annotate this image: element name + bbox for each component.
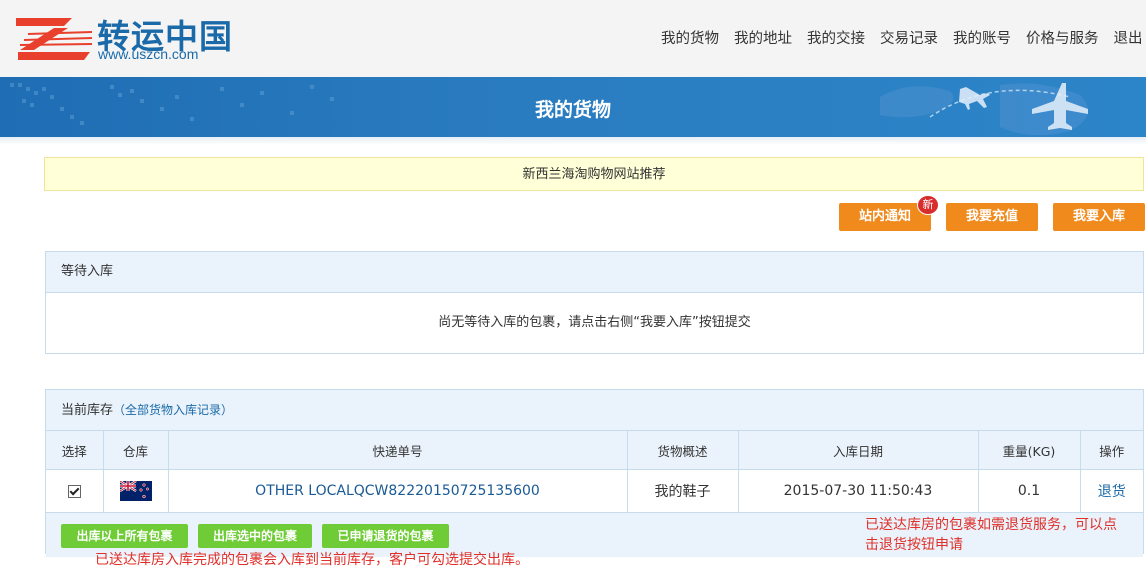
nav-my-address[interactable]: 我的地址 [727,27,800,48]
returns-button[interactable]: 已申请退货的包裹 [322,524,449,548]
recharge-button[interactable]: 我要充值 [946,203,1038,231]
col-action: 操作 [1080,431,1143,470]
new-badge: 新 [917,195,939,215]
paren-open: （ [113,403,126,417]
action-cell: 退货 [1080,469,1143,513]
inventory-header: 当前库存（全部货物入库记录） [46,390,1143,431]
site-header: 转运中国 www.uszcn.com 我的货物 我的地址 我的交接 交易记录 我… [0,0,1146,78]
return-link[interactable]: 退货 [1098,484,1126,500]
tracking-cell: OTHER LOCALQCW82220150725135600 [168,469,628,513]
date-cell: 2015-07-30 11:50:43 [738,469,979,513]
promo-bar[interactable]: 新西兰海淘购物网站推荐 [44,157,1144,191]
nav-my-account[interactable]: 我的账号 [946,27,1019,48]
ship-all-button[interactable]: 出库以上所有包裹 [61,524,188,548]
select-cell [46,469,104,513]
inventory-title: 当前库存 [61,403,114,418]
promo-text[interactable]: 新西兰海淘购物网站推荐 [522,167,665,182]
nav-my-goods[interactable]: 我的货物 [654,27,727,48]
logo-url: www.uszcn.com [98,46,199,62]
table-header-row: 选择 仓库 快递单号 货物概述 入库日期 重量(KG) 操作 [46,431,1143,470]
nav-transactions[interactable]: 交易记录 [873,27,946,48]
stock-note: 已送达库房入库完成的包裹会入库到当前库存，客户可勾选提交出库。 [95,552,529,568]
row-checkbox[interactable] [67,484,81,498]
all-records-link[interactable]: 全部货物入库记录 [125,403,221,417]
paren-close: ） [221,403,234,417]
ship-selected-button[interactable]: 出库选中的包裹 [198,524,312,548]
return-note-line2: 击退货按钮申请 [865,537,963,553]
new-zealand-flag-icon [119,481,152,501]
col-description: 货物概述 [627,431,739,470]
col-warehouse: 仓库 [103,431,169,470]
inbound-button[interactable]: 我要入库 [1053,203,1145,231]
return-note-line1: 已送达库房的包裹如需退货服务，可以点 [865,517,1117,533]
banner-shadow [0,137,1146,145]
description-cell: 我的鞋子 [627,469,739,513]
nav-my-handover[interactable]: 我的交接 [800,27,873,48]
page-title: 我的货物 [534,99,611,121]
inventory-table: 选择 仓库 快递单号 货物概述 入库日期 重量(KG) 操作 OTHER LOC… [46,431,1143,513]
table-row: OTHER LOCALQCW82220150725135600 我的鞋子 201… [46,469,1143,513]
warehouse-cell [103,469,169,513]
top-nav: 我的货物 我的地址 我的交接 交易记录 我的账号 价格与服务 退出 [654,27,1146,48]
page-banner: 我的货物 [0,77,1146,137]
return-note: 已送达库房的包裹如需退货服务，可以点 击退货按钮申请 [865,515,1145,555]
col-select: 选择 [46,431,104,470]
pending-empty-message: 尚无等待入库的包裹，请点击右侧“我要入库”按钮提交 [438,315,751,330]
pending-title: 等待入库 [46,252,1143,293]
weight-cell: 0.1 [978,469,1081,513]
col-tracking: 快递单号 [168,431,628,470]
col-date: 入库日期 [738,431,979,470]
site-logo[interactable]: 转运中国 www.uszcn.com [14,10,244,68]
nav-pricing[interactable]: 价格与服务 [1019,27,1107,48]
logo-mark-icon [16,18,93,60]
nav-logout[interactable]: 退出 [1106,27,1146,48]
site-notice-label: 站内通知 [858,209,911,224]
col-weight: 重量(KG) [978,431,1081,470]
pending-panel: 等待入库 尚无等待入库的包裹，请点击右侧“我要入库”按钮提交 [45,251,1144,354]
